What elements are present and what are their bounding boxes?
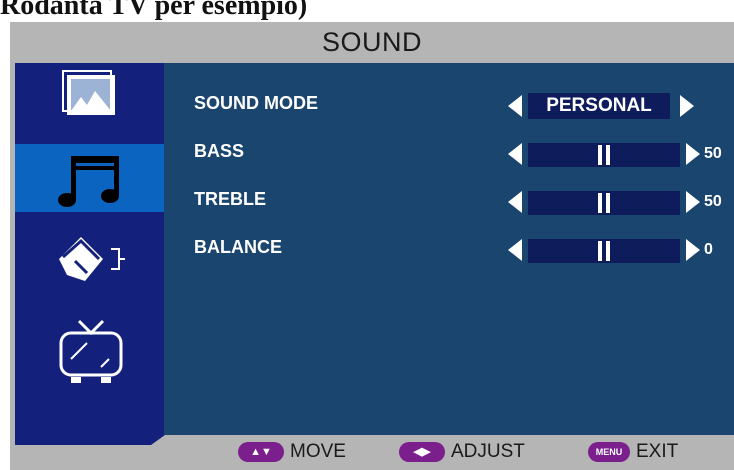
menu-key-icon: MENU bbox=[588, 442, 630, 462]
tv-icon bbox=[59, 319, 123, 383]
move-label: MOVE bbox=[290, 441, 346, 462]
balance-slider[interactable] bbox=[528, 239, 680, 263]
left-arrow-icon[interactable] bbox=[508, 95, 522, 117]
menu-title: SOUND bbox=[321, 27, 422, 57]
right-arrow-icon[interactable] bbox=[686, 239, 700, 261]
bass-value: 50 bbox=[704, 145, 722, 162]
row-treble[interactable]: TREBLE 50 bbox=[164, 183, 734, 223]
left-arrow-icon[interactable] bbox=[508, 239, 522, 261]
row-sound-mode[interactable]: SOUND MODE PERSONAL bbox=[164, 87, 734, 127]
bass-slider-thumb[interactable] bbox=[598, 145, 610, 165]
bass-label: BASS bbox=[194, 141, 245, 161]
treble-value: 50 bbox=[704, 193, 722, 210]
sound-mode-value[interactable]: PERSONAL bbox=[528, 93, 670, 119]
left-arrow-icon[interactable] bbox=[508, 143, 522, 165]
left-arrow-icon[interactable] bbox=[508, 191, 522, 213]
picture-icon bbox=[62, 70, 115, 115]
settings-panel: SOUND MODE PERSONAL BASS 50 TREBLE 50 BA… bbox=[164, 63, 734, 435]
leftright-key-icon: ◀▶ bbox=[399, 442, 445, 462]
row-balance[interactable]: BALANCE 0 bbox=[164, 231, 734, 271]
pen-setup-icon bbox=[59, 237, 125, 281]
sidebar-corner bbox=[15, 435, 165, 445]
updown-key-icon: ▲▼ bbox=[238, 442, 284, 462]
exit-label: EXIT bbox=[636, 441, 679, 462]
sidebar-item-setup[interactable] bbox=[15, 221, 164, 289]
osd-menu: SOUND SOUND MODE PERSONAL BASS 50 TREBLE… bbox=[10, 22, 734, 470]
right-arrow-icon[interactable] bbox=[686, 143, 700, 165]
bass-slider[interactable] bbox=[528, 143, 680, 167]
treble-slider[interactable] bbox=[528, 191, 680, 215]
sidebar bbox=[15, 63, 164, 435]
adjust-label: ADJUST bbox=[451, 441, 525, 462]
row-bass[interactable]: BASS 50 bbox=[164, 135, 734, 175]
balance-value: 0 bbox=[704, 241, 713, 258]
balance-label: BALANCE bbox=[194, 237, 282, 257]
right-arrow-icon[interactable] bbox=[680, 95, 694, 117]
sidebar-item-picture[interactable] bbox=[15, 63, 164, 131]
treble-label: TREBLE bbox=[194, 189, 266, 209]
sidebar-item-tv[interactable] bbox=[15, 303, 164, 383]
treble-slider-thumb[interactable] bbox=[598, 193, 610, 213]
sidebar-item-sound[interactable] bbox=[15, 144, 164, 212]
right-arrow-icon[interactable] bbox=[686, 191, 700, 213]
sound-mode-label: SOUND MODE bbox=[194, 93, 319, 113]
page-caption: Rodanta TV per esempio) bbox=[0, 0, 308, 21]
balance-slider-thumb[interactable] bbox=[598, 241, 610, 261]
music-note-icon bbox=[58, 156, 119, 207]
